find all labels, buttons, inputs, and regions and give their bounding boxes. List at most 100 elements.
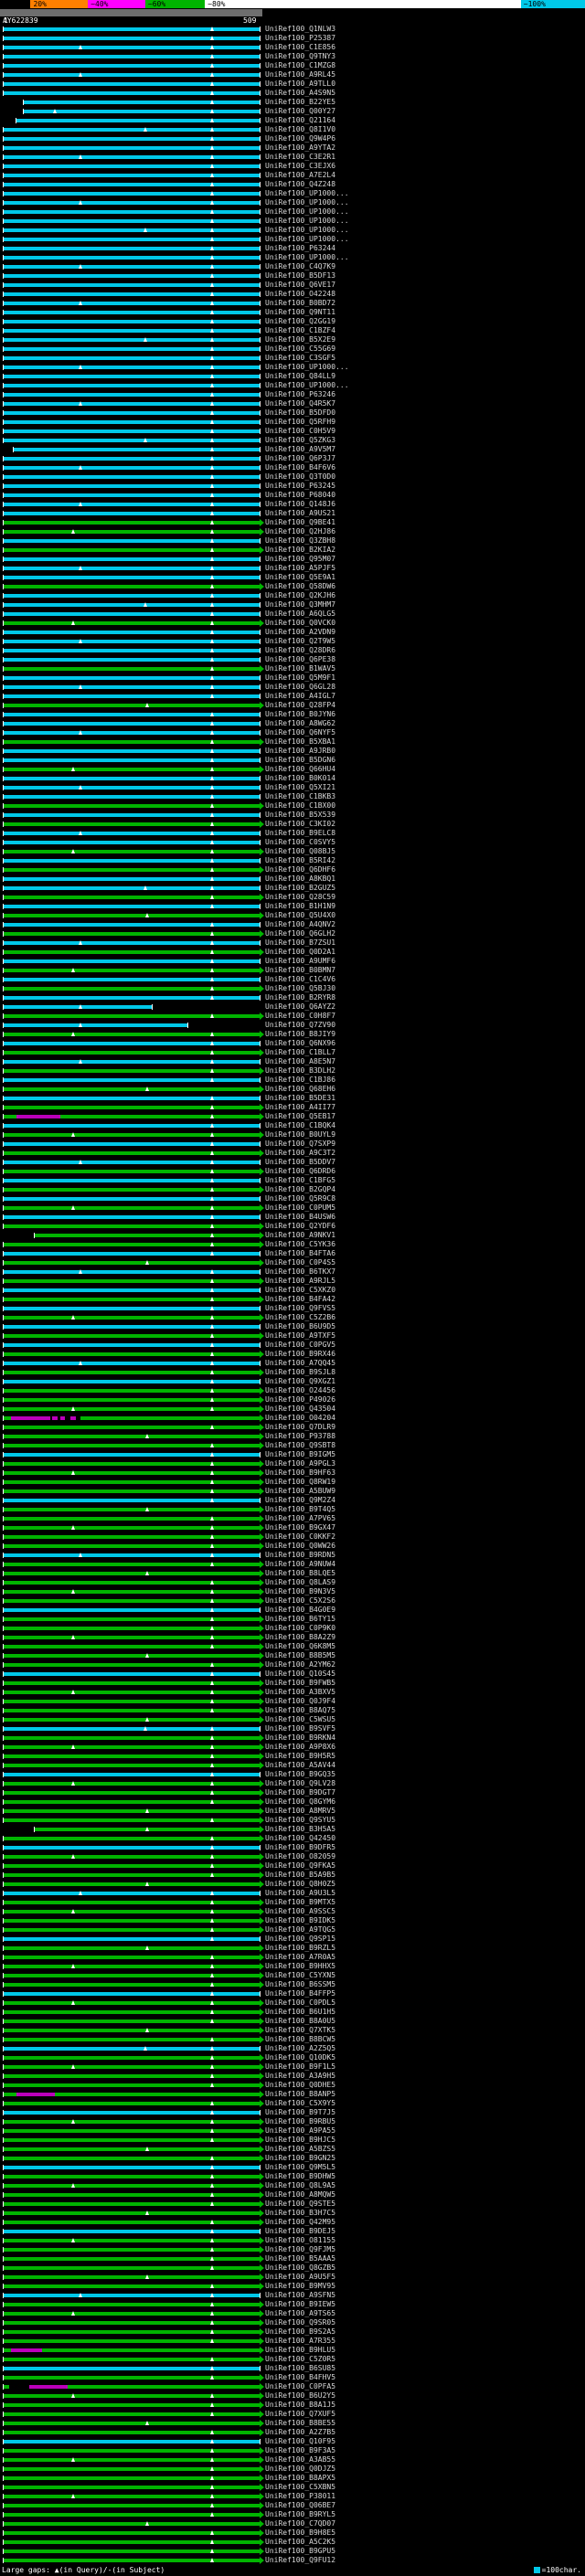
hit-bar[interactable] bbox=[3, 1368, 264, 1377]
hit-label[interactable]: UniRef100_Q8L9A5 bbox=[265, 2181, 335, 2190]
hit-label[interactable]: UniRef100_Q08BJ5 bbox=[265, 847, 335, 856]
hit-bar[interactable] bbox=[3, 1258, 264, 1267]
hit-label[interactable]: UniRef100_C0P9K0 bbox=[265, 1624, 335, 1633]
hit-label[interactable]: UniRef100_B8JIY9 bbox=[265, 1030, 335, 1039]
hit-bar[interactable] bbox=[3, 1176, 261, 1185]
hit-bar[interactable] bbox=[3, 299, 261, 308]
hit-bar[interactable] bbox=[3, 1852, 264, 1861]
hit-bar[interactable] bbox=[3, 692, 261, 701]
hit-bar[interactable] bbox=[3, 2355, 264, 2364]
hit-bar[interactable] bbox=[3, 1880, 264, 1889]
hit-bar[interactable] bbox=[3, 1953, 264, 1962]
hit-bar[interactable] bbox=[3, 2538, 264, 2547]
hit-label[interactable]: UniRef100_A8E5N7 bbox=[265, 1057, 335, 1066]
hit-bar[interactable] bbox=[3, 2154, 264, 2163]
hit-bar[interactable] bbox=[3, 637, 261, 646]
hit-label[interactable]: UniRef100_Q6VE17 bbox=[265, 281, 335, 290]
hit-label[interactable]: UniRef100_B2GUZ5 bbox=[265, 884, 335, 893]
hit-label[interactable]: UniRef100_Q0J9F4 bbox=[265, 1697, 335, 1706]
hit-bar[interactable] bbox=[3, 2510, 264, 2519]
hit-bar[interactable] bbox=[3, 646, 261, 655]
hit-bar[interactable] bbox=[3, 801, 264, 811]
hit-label[interactable]: UniRef100_Q68EH6 bbox=[265, 1085, 335, 1094]
hit-bar[interactable] bbox=[3, 2364, 261, 2373]
hit-label[interactable]: UniRef100_C1BQK4 bbox=[265, 1121, 335, 1130]
hit-label[interactable]: UniRef100_A9NUW4 bbox=[265, 1560, 335, 1569]
hit-label[interactable]: UniRef100_Q5R9C8 bbox=[265, 1194, 335, 1203]
hit-bar[interactable] bbox=[3, 1889, 261, 1898]
hit-label[interactable]: UniRef100_B6TKX7 bbox=[265, 1267, 335, 1277]
hit-bar[interactable] bbox=[3, 326, 261, 335]
hit-bar[interactable] bbox=[3, 2474, 264, 2483]
hit-bar[interactable] bbox=[3, 728, 261, 737]
hit-label[interactable]: UniRef100_UP1000... bbox=[265, 381, 349, 390]
hit-label[interactable]: UniRef100_B2KIA2 bbox=[265, 546, 335, 555]
hit-bar[interactable] bbox=[3, 2437, 261, 2446]
hit-label[interactable]: UniRef100_B9HLU5 bbox=[265, 2346, 335, 2355]
hit-bar[interactable] bbox=[3, 290, 261, 299]
hit-label[interactable]: UniRef100_B9H5R5 bbox=[265, 1752, 335, 1761]
hit-bar[interactable] bbox=[3, 774, 261, 783]
hit-label[interactable]: UniRef100_B9H8E5 bbox=[265, 2528, 335, 2538]
hit-bar[interactable] bbox=[3, 811, 261, 820]
hit-label[interactable]: UniRef100_B3H5A5 bbox=[265, 1825, 335, 1834]
hit-bar[interactable] bbox=[3, 527, 264, 536]
hit-bar[interactable] bbox=[3, 1295, 264, 1304]
hit-label[interactable]: UniRef100_B9T7J5 bbox=[265, 2108, 335, 2117]
hit-label[interactable]: UniRef100_B6U9D5 bbox=[265, 1322, 335, 1331]
hit-bar[interactable] bbox=[3, 408, 261, 418]
hit-bar[interactable] bbox=[3, 1094, 261, 1103]
hit-label[interactable]: UniRef100_Q9FVS5 bbox=[265, 1304, 335, 1313]
hit-label[interactable]: UniRef100_Q10F95 bbox=[265, 2437, 335, 2446]
hit-label[interactable]: UniRef100_A9U3L5 bbox=[265, 1889, 335, 1898]
hit-label[interactable]: UniRef100_B5DF13 bbox=[265, 271, 335, 281]
hit-bar[interactable] bbox=[3, 2483, 264, 2492]
hit-label[interactable]: UniRef100_B5X539 bbox=[265, 811, 335, 820]
hit-bar[interactable] bbox=[3, 2465, 264, 2474]
hit-label[interactable]: UniRef100_A2Z7B5 bbox=[265, 2428, 335, 2437]
hit-label[interactable]: UniRef100_Q28FP4 bbox=[265, 701, 335, 710]
hit-bar[interactable] bbox=[3, 1487, 264, 1496]
hit-bar[interactable] bbox=[3, 792, 261, 801]
hit-label[interactable]: UniRef100_Q21164 bbox=[265, 116, 335, 125]
hit-bar[interactable] bbox=[3, 2309, 264, 2318]
hit-bar[interactable] bbox=[3, 2291, 261, 2300]
hit-label[interactable]: UniRef100_Q6GLH2 bbox=[265, 929, 335, 938]
hit-bar[interactable] bbox=[3, 1030, 264, 1039]
hit-bar[interactable] bbox=[3, 573, 261, 582]
hit-bar[interactable] bbox=[3, 43, 261, 52]
hit-label[interactable]: UniRef100_A9TS65 bbox=[265, 2309, 335, 2318]
hit-bar[interactable] bbox=[3, 34, 261, 43]
hit-bar[interactable] bbox=[3, 2428, 264, 2437]
hit-label[interactable]: UniRef100_Q8LAS9 bbox=[265, 1578, 335, 1587]
hit-bar[interactable] bbox=[3, 1304, 261, 1313]
hit-label[interactable]: UniRef100_B8A2Z9 bbox=[265, 1633, 335, 1642]
hit-label[interactable]: UniRef100_Q0D2A1 bbox=[265, 948, 335, 957]
hit-bar[interactable] bbox=[3, 1724, 261, 1733]
hit-label[interactable]: UniRef100_Q9XGZ1 bbox=[265, 1377, 335, 1386]
hit-bar[interactable] bbox=[3, 1478, 264, 1487]
hit-bar[interactable] bbox=[3, 1551, 261, 1560]
hit-bar[interactable] bbox=[3, 1925, 264, 1935]
hit-label[interactable]: UniRef100_B9HJC5 bbox=[265, 2136, 335, 2145]
hit-bar[interactable] bbox=[3, 1651, 264, 1660]
hit-bar[interactable] bbox=[3, 1660, 264, 1670]
hit-bar[interactable] bbox=[3, 664, 264, 673]
hit-label[interactable]: UniRef100_C5YXN5 bbox=[265, 1971, 335, 1980]
hit-bar[interactable] bbox=[3, 253, 261, 262]
hit-label[interactable]: UniRef100_Q148J6 bbox=[265, 500, 335, 509]
hit-label[interactable]: UniRef100_C5Z0R5 bbox=[265, 2355, 335, 2364]
hit-label[interactable]: UniRef100_Q2GG19 bbox=[265, 317, 335, 326]
hit-label[interactable]: UniRef100_B5AAA5 bbox=[265, 2254, 335, 2263]
hit-label[interactable]: UniRef100_C1BKB3 bbox=[265, 792, 335, 801]
hit-bar[interactable] bbox=[3, 2072, 264, 2081]
hit-label[interactable]: UniRef100_B5DE31 bbox=[265, 1094, 335, 1103]
hit-label[interactable]: UniRef100_Q6NX96 bbox=[265, 1039, 335, 1048]
hit-label[interactable]: UniRef100_A4QNV2 bbox=[265, 920, 335, 929]
hit-label[interactable]: UniRef100_B6U1H5 bbox=[265, 2008, 335, 2017]
hit-label[interactable]: UniRef100_Q58DW6 bbox=[265, 582, 335, 591]
hit-bar[interactable] bbox=[3, 2062, 264, 2072]
hit-bar[interactable] bbox=[3, 198, 261, 207]
hit-bar[interactable] bbox=[3, 134, 261, 143]
hit-bar[interactable] bbox=[4, 1231, 264, 1240]
